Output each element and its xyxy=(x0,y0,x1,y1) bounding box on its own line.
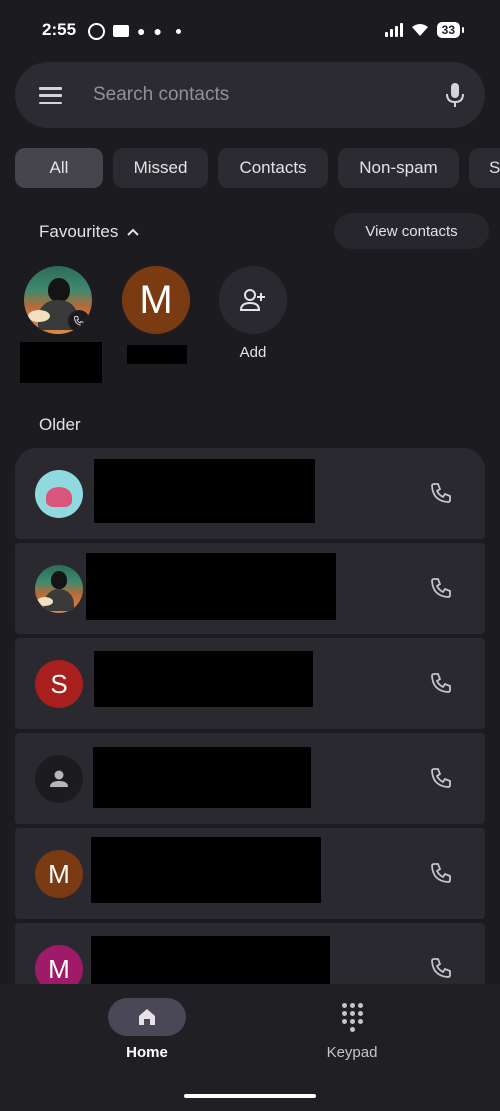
phone-icon[interactable] xyxy=(427,574,455,602)
contact-avatar xyxy=(24,266,92,334)
favourite-contact[interactable]: M xyxy=(122,266,190,334)
mail-icon xyxy=(113,25,129,37)
contact-avatar xyxy=(35,565,83,613)
more-notifications-icon xyxy=(175,28,181,34)
person-icon xyxy=(35,755,83,803)
search-input[interactable] xyxy=(93,82,423,108)
octopus-avatar xyxy=(35,470,83,518)
call-row[interactable] xyxy=(15,543,485,634)
redacted-name xyxy=(127,345,187,364)
favourites-toggle[interactable]: Favourites xyxy=(39,222,140,242)
nav-keypad-label: Keypad xyxy=(326,1044,378,1061)
section-header-older: Older xyxy=(39,415,81,434)
nav-home-label: Home xyxy=(126,1044,168,1061)
phone-icon[interactable] xyxy=(427,479,455,507)
phone-icon[interactable] xyxy=(427,669,455,697)
status-time: 2:55 xyxy=(42,20,77,39)
chip-partial[interactable]: S xyxy=(469,148,500,188)
redacted-caller xyxy=(94,459,315,523)
phone-icon[interactable] xyxy=(427,859,455,887)
nav-home[interactable]: Home xyxy=(87,998,207,1061)
whatsapp-icon xyxy=(88,22,105,40)
redacted-name xyxy=(20,342,102,383)
call-row[interactable] xyxy=(15,733,485,824)
redacted-caller xyxy=(91,837,321,903)
chip-contacts[interactable]: Contacts xyxy=(218,148,328,188)
home-icon xyxy=(108,998,186,1036)
favourites-label: Favourites xyxy=(39,222,119,241)
redacted-caller xyxy=(91,936,330,986)
redacted-caller xyxy=(93,747,311,808)
discord-icon: ● xyxy=(137,23,146,39)
signal-icon xyxy=(384,23,403,37)
menu-icon[interactable] xyxy=(39,87,62,104)
phone-icon xyxy=(68,310,90,332)
chip-non-spam[interactable]: Non-spam xyxy=(338,148,459,188)
chip-missed[interactable]: Missed xyxy=(113,148,208,188)
redacted-caller xyxy=(86,553,336,620)
favourite-contact[interactable] xyxy=(24,266,92,334)
search-bar[interactable] xyxy=(15,62,485,128)
add-contact-icon xyxy=(219,266,287,334)
call-row[interactable]: S xyxy=(15,638,485,729)
system-icons: 33 xyxy=(384,22,465,38)
phone-icon[interactable] xyxy=(427,764,455,792)
battery-icon: 33 xyxy=(436,22,465,38)
wifi-icon xyxy=(411,24,428,36)
phone-app-screen: 2:55 ● ● 33 All Missed xyxy=(0,0,500,1111)
keypad-icon xyxy=(313,998,391,1036)
nav-keypad[interactable]: Keypad xyxy=(292,998,412,1061)
redacted-caller xyxy=(94,651,313,707)
bottom-navigation: Home Keypad xyxy=(0,984,500,1111)
notification-icons: ● ● xyxy=(88,22,181,40)
call-history-list: S M M xyxy=(15,448,485,1018)
status-bar: 2:55 ● ● 33 xyxy=(0,0,500,62)
filter-chips: All Missed Contacts Non-spam S xyxy=(15,148,500,188)
chip-all[interactable]: All xyxy=(15,148,103,188)
mic-icon[interactable] xyxy=(445,82,465,108)
call-row[interactable]: M xyxy=(15,828,485,919)
home-indicator[interactable] xyxy=(184,1094,316,1098)
contact-avatar: M xyxy=(122,266,190,334)
contact-avatar: S xyxy=(35,660,83,708)
phone-icon[interactable] xyxy=(427,954,455,982)
chevron-up-icon xyxy=(127,228,140,236)
call-row[interactable] xyxy=(15,448,485,539)
view-contacts-button[interactable]: View contacts xyxy=(334,213,489,249)
discord-icon: ● xyxy=(153,23,162,39)
add-label: Add xyxy=(239,344,267,361)
add-favourite-button[interactable]: Add xyxy=(219,266,287,361)
contact-avatar: M xyxy=(35,850,83,898)
